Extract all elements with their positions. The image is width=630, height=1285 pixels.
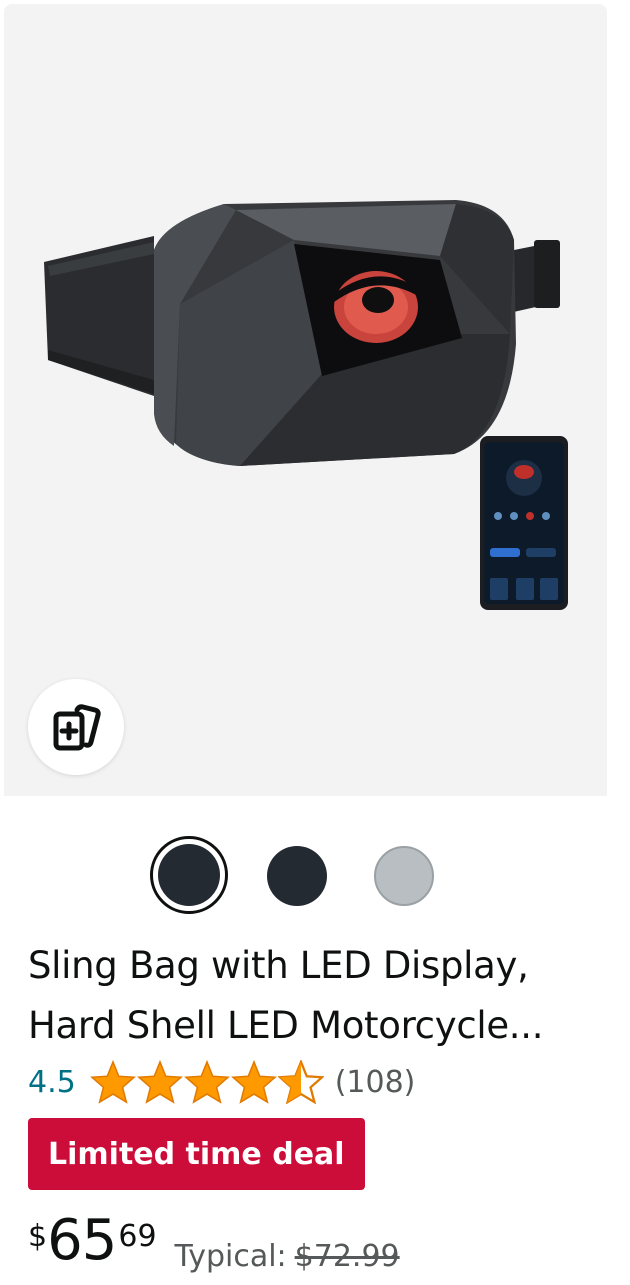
- compare-cards-icon: [53, 704, 101, 751]
- product-card[interactable]: Sling Bag with LED Display, Hard Shell L…: [4, 4, 607, 1285]
- swatch-black-selected[interactable]: [150, 836, 228, 914]
- swatch-black[interactable]: [267, 846, 327, 906]
- star-full-icon: [136, 1060, 183, 1104]
- star-rating: [89, 1060, 325, 1104]
- price-fraction: 69: [118, 1219, 157, 1254]
- swatch-gray[interactable]: [374, 846, 434, 906]
- product-title[interactable]: Sling Bag with LED Display, Hard Shell L…: [28, 936, 588, 1056]
- typical-price: $72.99: [294, 1239, 400, 1274]
- review-count[interactable]: (108): [335, 1065, 416, 1100]
- star-full-icon: [183, 1060, 230, 1104]
- star-half-icon: [277, 1060, 324, 1104]
- price-symbol: $: [28, 1219, 48, 1254]
- price-row: $ 65 69 Typical: $72.99: [28, 1209, 400, 1285]
- typical-price-block: Typical: $72.99: [175, 1239, 400, 1274]
- swatch-color: [158, 844, 220, 906]
- product-image: [44, 200, 568, 610]
- price-whole: 65: [47, 1208, 117, 1273]
- star-full-icon: [230, 1060, 277, 1104]
- product-image-area[interactable]: [4, 4, 607, 796]
- rating-value: 4.5: [28, 1064, 76, 1100]
- star-full-icon: [89, 1060, 136, 1104]
- typical-label: Typical:: [174, 1239, 287, 1274]
- deal-badge: Limited time deal: [28, 1118, 365, 1190]
- compare-button[interactable]: [28, 679, 124, 775]
- color-swatches: [4, 836, 607, 916]
- rating-row[interactable]: 4.5 (108): [28, 1058, 415, 1106]
